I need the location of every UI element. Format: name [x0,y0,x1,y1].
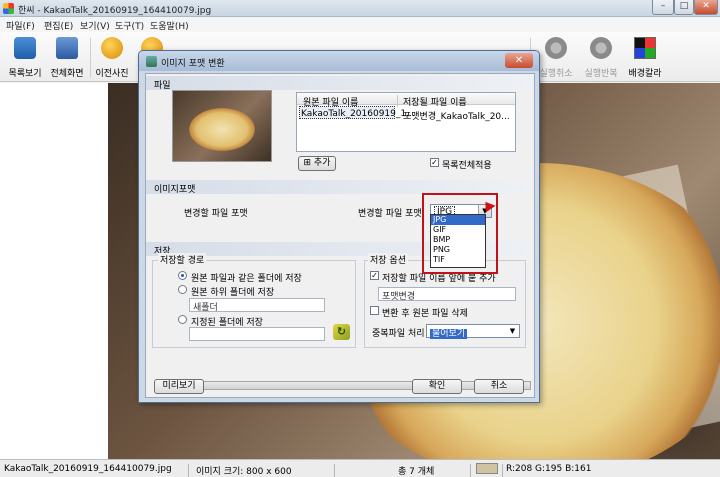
duplicate-label: 중복파일 처리 [372,329,425,339]
chevron-down-icon[interactable]: ▼ [506,325,519,337]
status-separator [188,464,189,477]
list-view-label: 목록보기 [8,69,42,79]
ok-button[interactable]: 확인 [412,379,462,394]
preview-button[interactable]: 미리보기 [154,379,204,394]
close-button[interactable]: ✕ [694,0,718,15]
redo-label: 실행반복 [584,69,618,79]
radio-subfolder[interactable] [178,285,187,294]
status-filename: KakaoTalk_20160919_164410079.jpg [4,464,172,474]
minimize-button[interactable]: – [652,0,674,15]
format-section-header: 이미지포맷 [146,180,532,195]
dialog-title: 이미지 포맷 변환 [161,59,225,69]
status-separator [470,464,471,477]
cancel-button[interactable]: 취소 [474,379,524,394]
subfolder-input[interactable]: 새폴더 [189,298,325,312]
window-title: 한씨 - KakaoTalk_20160919_164410079.jpg [18,6,212,16]
title-bar: 한씨 - KakaoTalk_20160919_164410079.jpg – … [0,0,720,17]
duplicate-select-value: 물어보기 [430,329,468,339]
custom-folder-input[interactable] [189,327,325,341]
cell-original-name: KakaoTalk_20160919_1... [301,109,415,119]
status-separator [502,464,503,477]
status-image-size: 이미지 크기: 800 x 600 [196,467,292,477]
status-rgb: R:208 G:195 B:161 [506,464,592,474]
status-bar: KakaoTalk_20160919_164410079.jpg 이미지 크기:… [0,459,720,477]
bg-color-button[interactable]: 배경칼라 [620,32,670,82]
file-table-header: 원본 파일 이름 저장될 파일 이름 [297,93,515,108]
menu-view[interactable]: 보기(V) [80,19,110,32]
bg-color-label: 배경칼라 [628,69,662,79]
fullscreen-icon [56,37,78,59]
radio-custom-folder[interactable] [178,315,187,324]
add-prefix-checkbox[interactable]: ✓ [370,271,379,280]
format-label-right: 변경할 파일 포맷 [358,209,422,219]
radio-subfolder-label: 원본 하위 폴더에 저장 [191,288,275,298]
plus-icon: ⊞ [303,158,312,168]
radio-same-folder-label: 원본 파일과 같은 폴더에 저장 [191,274,302,284]
prefix-input[interactable]: 포맷변경_ [378,287,516,301]
prev-photo-button[interactable]: 이전사진 [90,32,134,82]
radio-same-folder[interactable] [178,271,187,280]
menu-bar: 파일(F) 편집(E) 보기(V) 도구(T) 도움말(H) [0,17,720,32]
list-view-button[interactable]: 목록보기 [2,32,48,82]
column-divider [397,95,398,107]
app-icon [3,3,14,14]
color-swatch [476,463,498,474]
status-separator [334,464,335,477]
folder-browse-icon[interactable]: ↻ [333,324,350,340]
dialog-title-bar: 이미지 포맷 변환 ✕ [139,51,539,71]
menu-help[interactable]: 도움말(H) [150,19,189,32]
undo-icon [545,37,567,59]
menu-edit[interactable]: 편집(E) [44,19,73,32]
add-button-label: 추가 [313,158,331,168]
dialog-icon [146,56,157,67]
file-section-header: 파일 [146,76,532,91]
format-label-left: 변경할 파일 포맷 [184,209,248,219]
maximize-button[interactable]: □ [674,0,694,15]
column-save-name[interactable]: 저장될 파일 이름 [403,95,467,108]
prev-photo-label: 이전사진 [95,69,129,79]
delete-original-label: 변환 후 원본 파일 삭제 [382,309,468,319]
fullscreen-button[interactable]: 전체화면 [44,32,90,82]
apply-all-checkbox[interactable]: ✓ [430,158,439,167]
menu-file[interactable]: 파일(F) [6,19,35,32]
save-path-group-title: 저장할 경로 [158,253,207,266]
duplicate-select[interactable]: 물어보기 ▼ [426,324,520,339]
delete-original-checkbox[interactable] [370,306,379,315]
redo-icon [590,37,612,59]
file-table[interactable]: 원본 파일 이름 저장될 파일 이름 KakaoTalk_20160919_1.… [296,92,516,152]
redo-button[interactable]: 실행반복 [577,32,625,82]
fullscreen-label: 전체화면 [50,69,84,79]
palette-icon [634,37,656,59]
apply-all-label: 목록전체적용 [442,161,492,171]
list-view-icon [14,37,36,59]
save-options-group-title: 저장 옵션 [368,253,408,266]
menu-tools[interactable]: 도구(T) [115,19,144,32]
thumbnail-pane[interactable] [0,83,108,459]
cell-save-name: 포맷변경_KakaoTalk_20... [403,112,510,122]
preview-thumbnail [172,90,272,162]
add-button[interactable]: ⊞ 추가 [298,156,336,171]
dialog-close-button[interactable]: ✕ [505,53,533,68]
status-count: 총 7 개체 [398,467,435,477]
prev-arrow-icon [101,37,123,59]
